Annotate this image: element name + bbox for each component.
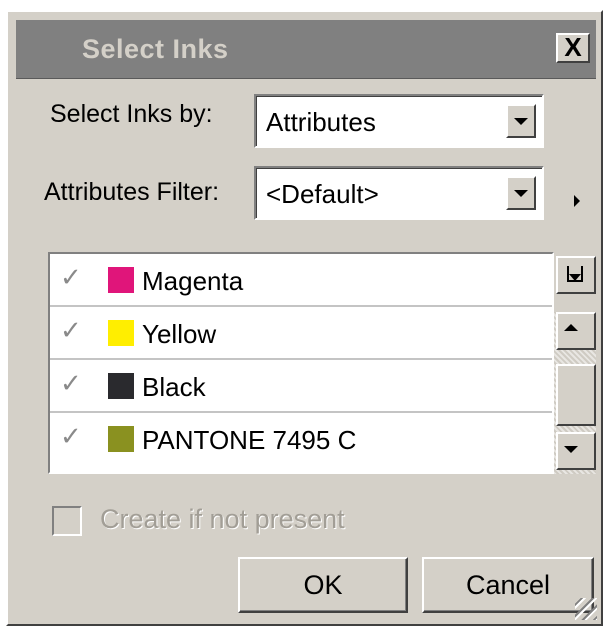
arrow-up-icon [564,324,578,331]
ink-swatch [108,373,134,399]
ink-swatch [108,426,134,452]
scroll-down-button[interactable] [556,432,596,470]
create-if-not-present-label: Create if not present [100,504,345,534]
chevron-down-icon [514,190,528,197]
ink-row-pantone-7495-c[interactable]: ✓ PANTONE 7495 C [50,413,552,466]
ink-swatch [108,320,134,346]
checkmark-icon[interactable]: ✓ [60,421,82,452]
ok-button[interactable]: OK [238,557,408,613]
ink-name: Magenta [142,266,244,296]
select-inks-by-dropdown[interactable]: Attributes [254,94,544,148]
select-inks-by-value: Attributes [266,107,376,137]
ink-row-black[interactable]: ✓ Black [50,360,552,413]
attributes-filter-label: Attributes Filter: [44,178,220,206]
checkmark-icon[interactable]: ✓ [60,315,82,346]
ink-row-yellow[interactable]: ✓ Yellow [50,307,552,360]
select-inks-by-dropdown-arrow[interactable] [506,104,536,138]
arrow-down-icon [569,274,581,281]
scrollbar-thumb[interactable] [556,364,596,426]
scroll-up-button[interactable] [556,312,596,350]
attributes-filter-value: <Default> [266,179,379,209]
create-if-not-present-checkbox[interactable] [52,506,82,536]
attributes-filter-dropdown-arrow[interactable] [506,176,536,210]
close-button[interactable]: X [556,33,590,63]
select-inks-by-label: Select Inks by: [50,100,213,128]
flyout-menu-icon[interactable] [574,195,580,207]
checkmark-icon[interactable]: ✓ [60,368,82,399]
chevron-down-icon [514,118,528,125]
ink-name: Yellow [142,319,217,349]
jump-to-bottom-button[interactable] [556,256,596,294]
select-inks-dialog: Select Inks X Select Inks by: Attributes… [6,10,603,626]
resize-grip-icon[interactable] [575,598,597,620]
arrow-down-icon [564,446,578,453]
ink-name: Black [142,372,206,402]
title-bar[interactable]: Select Inks X [16,20,596,79]
attributes-filter-dropdown[interactable]: <Default> [254,166,544,220]
checkmark-icon[interactable]: ✓ [60,262,82,293]
ink-list: ✓ Magenta ✓ Yellow ✓ Black ✓ PANTONE 749… [48,252,554,474]
ink-name: PANTONE 7495 C [142,425,357,455]
dialog-title: Select Inks [82,34,229,64]
cancel-button[interactable]: Cancel [422,557,594,613]
ink-row-magenta[interactable]: ✓ Magenta [50,254,552,307]
ink-swatch [108,267,134,293]
